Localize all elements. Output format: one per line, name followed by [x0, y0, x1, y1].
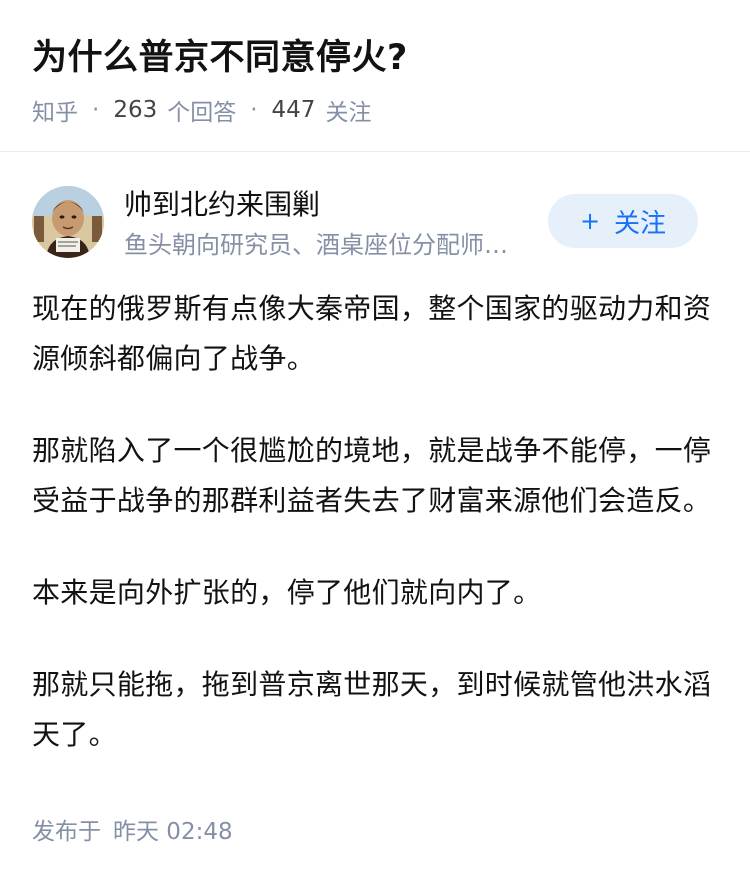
published-time-value: 昨天 02:48: [113, 819, 233, 845]
answer-paragraph: 现在的俄罗斯有点像大秦帝国，整个国家的驱动力和资源倾斜都偏向了战争。: [32, 292, 712, 375]
answer-paragraph: 本来是向外扩张的，停了他们就向内了。: [32, 576, 542, 609]
follow-count-label: 关注: [325, 100, 372, 126]
author-row: 帅到北约来围剿 鱼头朝向研究员、酒桌座位分配师… + 关注: [0, 152, 750, 276]
meta-separator: ·: [92, 97, 100, 123]
author-bio: 鱼头朝向研究员、酒桌座位分配师…: [124, 231, 508, 259]
answer-paragraph: 那就只能拖，拖到普京离世那天，到时候就管他洪水滔天了。: [32, 668, 712, 751]
follow-count: 447: [271, 97, 316, 123]
answer-page: 为什么普京不同意停火? 知乎 · 263 个回答 · 447 关注 帅到北约来围…: [0, 0, 750, 882]
avatar[interactable]: [32, 186, 104, 258]
published-label: 发布于: [32, 819, 101, 845]
source-label[interactable]: 知乎: [32, 93, 78, 127]
meta-separator: ·: [250, 97, 258, 123]
question-meta: 知乎 · 263 个回答 · 447 关注: [32, 92, 371, 128]
answer-paragraph: 那就陷入了一个很尴尬的境地，就是战争不能停，一停受益于战争的那群利益者失去了财富…: [32, 434, 712, 517]
avatar-image: [32, 186, 104, 258]
publish-time: 发布于 昨天 02:48: [32, 812, 233, 852]
plus-icon: +: [579, 207, 601, 235]
answer-count-label[interactable]: 个回答: [167, 93, 236, 127]
question-header: 为什么普京不同意停火? 知乎 · 263 个回答 · 447 关注: [0, 0, 750, 152]
follow-button[interactable]: + 关注: [548, 194, 698, 248]
follow-button-label: 关注: [614, 208, 667, 239]
author-name[interactable]: 帅到北约来围剿: [124, 185, 320, 225]
question-title[interactable]: 为什么普京不同意停火?: [32, 32, 408, 84]
answer-content: 现在的俄罗斯有点像大秦帝国，整个国家的驱动力和资源倾斜都偏向了战争。 那就陷入了…: [32, 284, 722, 802]
answer-count: 263: [113, 97, 158, 123]
